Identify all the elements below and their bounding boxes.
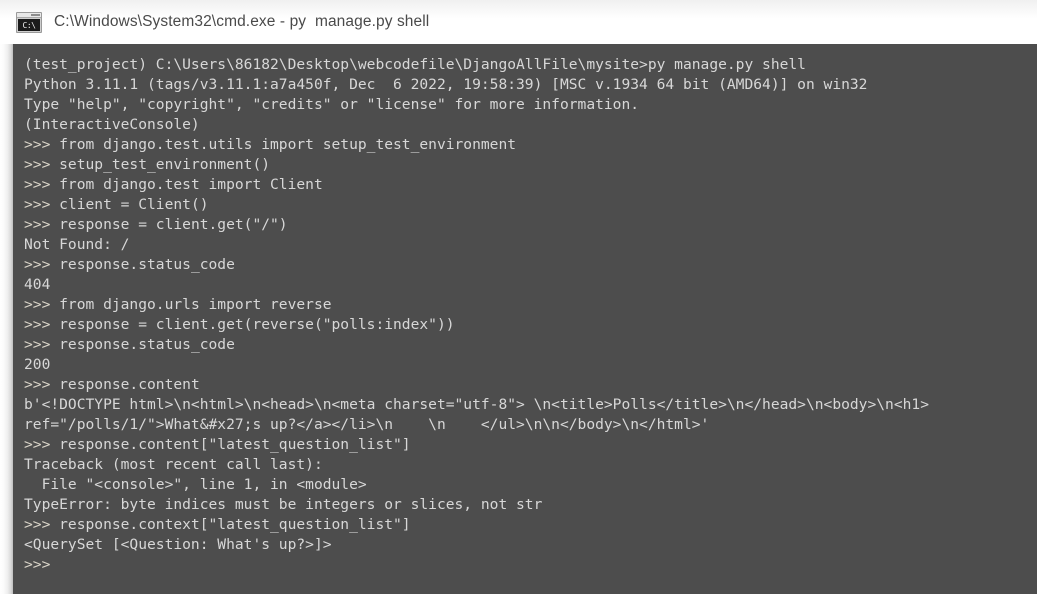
console-line: >>> response.content xyxy=(24,376,200,393)
cmd-console-icon[interactable]: C:\ xyxy=(16,12,42,33)
console-line: >>> client = Client() xyxy=(24,196,209,213)
window-title-bar[interactable]: C:\ C:\Windows\System32\cmd.exe - py man… xyxy=(0,0,1037,44)
console-line: 200 xyxy=(24,356,51,373)
console-area: (test_project) C:\Users\86182\Desktop\we… xyxy=(0,44,1037,594)
console-prompt: >>> xyxy=(24,336,51,353)
console-line: File "<console>", line 1, in <module> xyxy=(24,476,367,493)
console-line: >>> response.status_code xyxy=(24,256,235,273)
console-line: 404 xyxy=(24,276,51,293)
window-title-text: C:\Windows\System32\cmd.exe - py manage.… xyxy=(54,13,430,30)
console-line: >>> response.context["latest_question_li… xyxy=(24,516,411,533)
cmd-icon-screen: C:\ xyxy=(18,19,40,31)
console-prompt: >>> xyxy=(24,216,51,233)
console-line: Not Found: / xyxy=(24,236,130,253)
console-prompt: >>> xyxy=(24,436,51,453)
console-line: b'<!DOCTYPE html>\n<html>\n<head>\n<meta… xyxy=(24,396,929,413)
console-line: (InteractiveConsole) xyxy=(24,116,200,133)
console-screen[interactable]: (test_project) C:\Users\86182\Desktop\we… xyxy=(13,44,1037,594)
console-line: >>> response.status_code xyxy=(24,336,235,353)
console-line: >>> from django.test import Client xyxy=(24,176,323,193)
console-prompt: >>> xyxy=(24,136,51,153)
console-line: >>> xyxy=(24,555,1037,575)
console-line: Type "help", "copyright", "credits" or "… xyxy=(24,96,640,113)
console-line: >>> response.content["latest_question_li… xyxy=(24,436,411,453)
console-line: ref="/polls/1/">What&#x27;s up?</a></li>… xyxy=(24,416,710,433)
console-line: >>> from django.test.utils import setup_… xyxy=(24,136,517,153)
console-prompt: >>> xyxy=(24,296,51,313)
console-line: Traceback (most recent call last): xyxy=(24,456,323,473)
console-output[interactable]: (test_project) C:\Users\86182\Desktop\we… xyxy=(13,44,1037,575)
console-prompt: >>> xyxy=(24,196,51,213)
console-prompt: >>> xyxy=(24,556,51,573)
console-prompt: >>> xyxy=(24,316,51,333)
cmd-terminal-window: C:\ C:\Windows\System32\cmd.exe - py man… xyxy=(0,0,1037,594)
console-prompt: >>> xyxy=(24,256,51,273)
console-line: >>> from django.urls import reverse xyxy=(24,296,332,313)
console-line: >>> response = client.get(reverse("polls… xyxy=(24,316,455,333)
console-line: >>> setup_test_environment() xyxy=(24,156,271,173)
console-line: <QuerySet [<Question: What's up?>]> xyxy=(24,536,332,553)
console-prompt: >>> xyxy=(24,376,51,393)
cmd-icon-titlebar xyxy=(17,13,41,18)
console-prompt: >>> xyxy=(24,176,51,193)
console-left-shadow xyxy=(0,44,13,594)
console-line: Python 3.11.1 (tags/v3.11.1:a7a450f, Dec… xyxy=(24,76,868,93)
console-prompt: >>> xyxy=(24,156,51,173)
console-line: (test_project) C:\Users\86182\Desktop\we… xyxy=(24,56,806,73)
console-prompt: >>> xyxy=(24,516,51,533)
console-line: >>> response = client.get("/") xyxy=(24,216,288,233)
console-line: TypeError: byte indices must be integers… xyxy=(24,496,543,513)
